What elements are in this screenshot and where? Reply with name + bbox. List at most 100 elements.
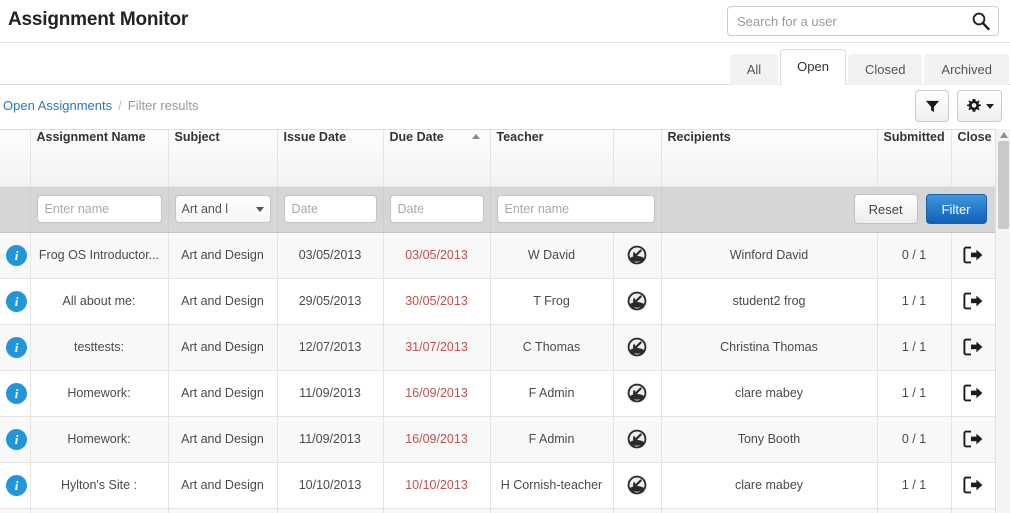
cell-issue-date: [277, 508, 384, 513]
cell-submitted: 1 / 1: [877, 324, 952, 371]
row-info-cell: i: [0, 508, 31, 513]
cell-close: [951, 416, 996, 463]
filter-cell-buttons: Reset Filter: [661, 186, 996, 233]
info-circle-icon[interactable]: i: [6, 290, 27, 312]
tab-all[interactable]: All: [729, 54, 779, 86]
tab-archived[interactable]: Archived: [924, 54, 1009, 86]
table-row[interactable]: i: [0, 508, 996, 513]
cell-status-icon: [613, 324, 662, 371]
info-circle-icon[interactable]: i: [6, 382, 27, 404]
cell-recipients: Tony Booth: [661, 416, 878, 463]
filter-name-input[interactable]: [36, 195, 162, 223]
col-subject[interactable]: Subject: [168, 130, 278, 187]
sign-out-icon[interactable]: [963, 338, 983, 356]
table-row[interactable]: i Hylton's Site : Art and Design 10/10/2…: [0, 462, 996, 509]
cell-issue-date: 03/05/2013: [277, 232, 384, 279]
cell-recipients: clare mabey: [661, 370, 878, 417]
scrollbar-thumb[interactable]: [998, 141, 1009, 229]
cell-submitted: 1 / 1: [877, 462, 952, 509]
reset-button[interactable]: Reset: [853, 194, 918, 224]
cell-teacher: [490, 508, 614, 513]
row-info-cell: i: [0, 462, 31, 509]
table-row[interactable]: i testtests: Art and Design 12/07/2013 3…: [0, 324, 996, 371]
col-status-icon: [613, 130, 662, 187]
table-body: i Frog OS Introductor... Art and Design …: [0, 232, 996, 513]
filter-cell-issue-date: [277, 186, 384, 233]
cell-due-date: 03/05/2013: [383, 232, 491, 279]
col-issue-date[interactable]: Issue Date: [277, 130, 384, 187]
table-row[interactable]: i Homework: Art and Design 11/09/2013 16…: [0, 416, 996, 463]
info-circle-icon[interactable]: i: [6, 474, 27, 496]
cell-subject: Art and Design: [168, 278, 278, 325]
cell-subject: Art and Design: [168, 232, 278, 279]
cell-teacher: F Admin: [490, 370, 614, 417]
col-close[interactable]: Close: [951, 130, 996, 187]
header-row: Assignment Name Subject Issue Date Due D…: [0, 130, 996, 187]
filter-issue-date-input[interactable]: [283, 195, 377, 223]
sign-out-icon[interactable]: [963, 292, 983, 310]
filter-due-date-input[interactable]: [389, 195, 484, 223]
info-circle-icon[interactable]: i: [6, 428, 27, 450]
filter-funnel-button[interactable]: [915, 90, 949, 122]
page-title: Assignment Monitor: [8, 9, 189, 30]
cell-assignment-name: Homework:: [30, 416, 169, 463]
col-assignment-name[interactable]: Assignment Name: [30, 130, 169, 187]
no-entry-circle-icon[interactable]: [626, 382, 648, 404]
breadcrumb: Open Assignments / Filter results: [3, 98, 199, 113]
no-entry-circle-icon[interactable]: [626, 428, 648, 450]
cell-submitted: [877, 508, 952, 513]
cell-due-date: 30/05/2013: [383, 278, 491, 325]
scroll-up-arrow-icon[interactable]: [1000, 132, 1008, 138]
cell-recipients: Christina Thomas: [661, 324, 878, 371]
sign-out-icon[interactable]: [963, 476, 983, 494]
tab-closed[interactable]: Closed: [847, 54, 923, 86]
filter-button[interactable]: Filter: [925, 194, 987, 224]
cell-status-icon: [613, 508, 662, 513]
col-due-date[interactable]: Due Date: [383, 130, 491, 187]
table-vertical-scrollbar[interactable]: [995, 129, 1010, 513]
sign-out-icon[interactable]: [963, 384, 983, 402]
breadcrumb-actions: [915, 90, 1002, 122]
cell-submitted: 1 / 1: [877, 370, 952, 417]
col-teacher[interactable]: Teacher: [490, 130, 614, 187]
table-row[interactable]: i Frog OS Introductor... Art and Design …: [0, 232, 996, 279]
row-info-cell: i: [0, 370, 31, 417]
table-row[interactable]: i All about me: Art and Design 29/05/201…: [0, 278, 996, 325]
tab-open[interactable]: Open: [780, 49, 846, 86]
info-circle-icon[interactable]: i: [6, 244, 27, 266]
cell-recipients: student2 frog: [661, 278, 878, 325]
cell-assignment-name: [30, 508, 169, 513]
cell-assignment-name: Hylton's Site :: [30, 462, 169, 509]
cell-issue-date: 12/07/2013: [277, 324, 384, 371]
search-input[interactable]: [727, 6, 999, 36]
cell-recipients: clare mabey: [661, 462, 878, 509]
row-info-cell: i: [0, 232, 31, 279]
col-submitted[interactable]: Submitted: [877, 130, 952, 187]
no-entry-circle-icon[interactable]: [626, 474, 648, 496]
no-entry-circle-icon[interactable]: [626, 244, 648, 266]
cell-close: [951, 508, 996, 513]
cell-subject: Art and Design: [168, 370, 278, 417]
cell-recipients: Winford David: [661, 232, 878, 279]
sort-asc-icon: [471, 134, 480, 139]
sign-out-icon[interactable]: [963, 430, 983, 448]
no-entry-circle-icon[interactable]: [626, 290, 648, 312]
breadcrumb-current: Filter results: [127, 98, 199, 113]
cell-recipients: [661, 508, 878, 513]
breadcrumb-link-open-assignments[interactable]: Open Assignments: [3, 98, 112, 113]
search-box: [727, 6, 999, 36]
filter-cell-name: [30, 186, 169, 233]
settings-button[interactable]: [957, 90, 1002, 122]
tabs: All Open Closed Archived: [729, 43, 1010, 86]
sign-out-icon[interactable]: [963, 246, 983, 264]
chevron-down-icon: [255, 206, 264, 212]
filter-teacher-input[interactable]: [496, 195, 655, 223]
cell-subject: Art and Design: [168, 324, 278, 371]
col-recipients[interactable]: Recipients: [661, 130, 878, 187]
filter-subject-select[interactable]: Art and l: [174, 195, 271, 223]
no-entry-circle-icon[interactable]: [626, 336, 648, 358]
cell-issue-date: 11/09/2013: [277, 370, 384, 417]
info-circle-icon[interactable]: i: [6, 336, 27, 358]
filter-cell-due-date: [383, 186, 491, 233]
table-row[interactable]: i Homework: Art and Design 11/09/2013 16…: [0, 370, 996, 417]
